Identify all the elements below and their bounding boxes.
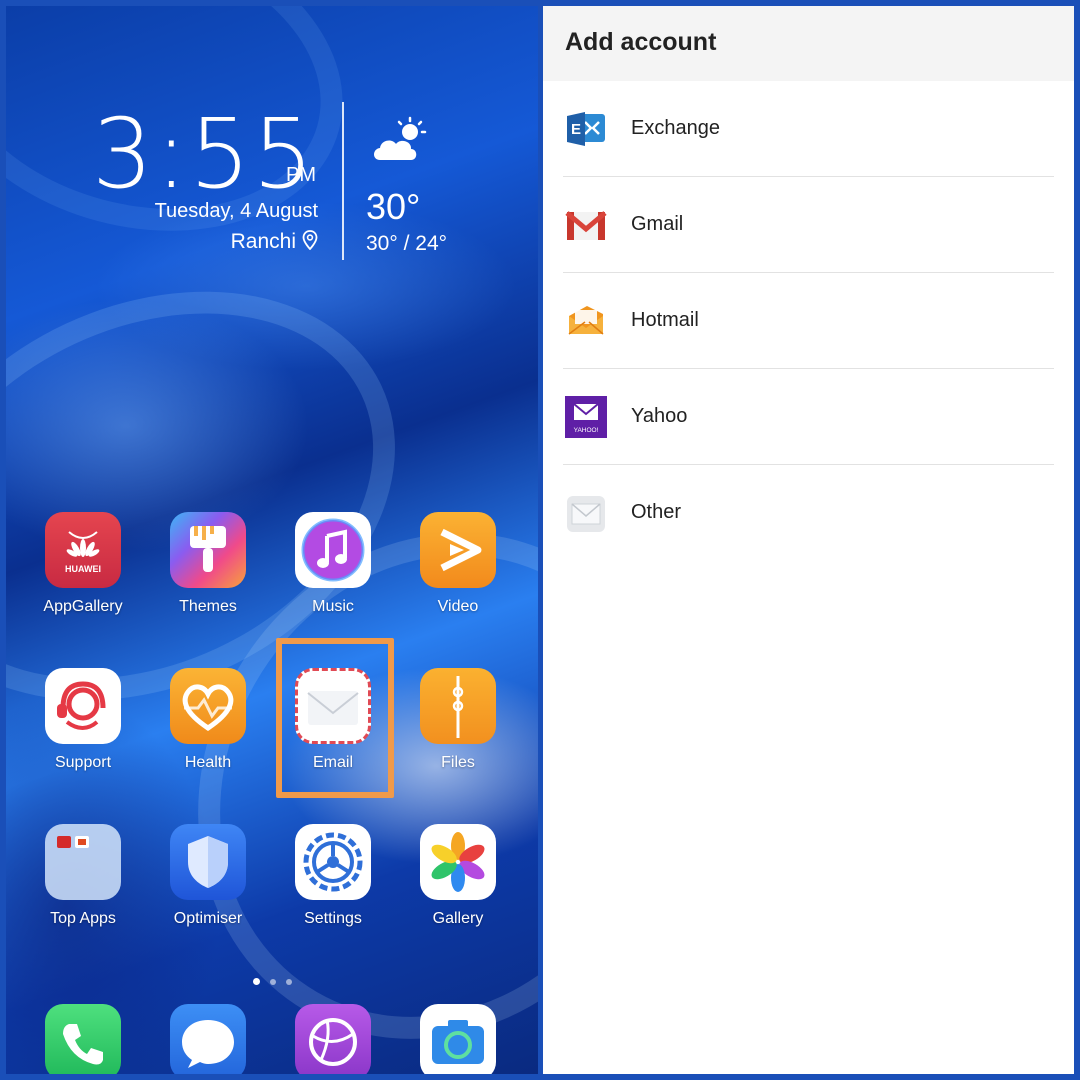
location-pin-icon [302, 230, 318, 256]
play-icon [420, 512, 496, 588]
yahoo-mail-icon: YAHOO! [565, 396, 607, 438]
gear-icon [295, 824, 371, 900]
app-label: Files [441, 754, 475, 771]
app-video[interactable]: Video [403, 512, 513, 642]
huawei-appgallery-icon: HUAWEI [45, 512, 121, 588]
account-list: E Exchange Gmail Hotmail YAHOO! Yahoo Ot… [543, 81, 1074, 561]
svg-text:E: E [571, 121, 581, 138]
account-option-hotmail[interactable]: Hotmail [563, 273, 1054, 369]
app-themes[interactable]: Themes [153, 512, 263, 642]
app-label: Support [54, 754, 112, 771]
partly-sunny-icon[interactable] [370, 116, 432, 171]
account-label: Yahoo [631, 405, 688, 427]
shield-icon [170, 824, 246, 900]
app-optimiser[interactable]: Optimiser [153, 824, 263, 954]
app-label: Top Apps [50, 910, 116, 927]
camera-icon [420, 1004, 496, 1074]
account-label: Gmail [631, 213, 684, 235]
paintbrush-icon [170, 512, 246, 588]
account-option-exchange[interactable]: E Exchange [563, 81, 1054, 177]
message-bubble-icon [170, 1004, 246, 1074]
app-health[interactable]: Health [153, 668, 263, 798]
clock-date: Tuesday, 4 August [154, 200, 318, 222]
page-dot [253, 978, 260, 985]
clock-time[interactable]: 3:55 [92, 98, 316, 210]
app-label: Video [437, 598, 479, 615]
account-option-other[interactable]: Other [563, 465, 1054, 561]
page-dot [286, 979, 292, 985]
account-option-gmail[interactable]: Gmail [563, 177, 1054, 273]
clock-ampm: PM [286, 164, 316, 186]
svg-text:YAHOO!: YAHOO! [574, 427, 599, 434]
app-folder-top-apps[interactable]: Top Apps [28, 824, 138, 954]
page-indicator [248, 972, 297, 990]
account-option-yahoo[interactable]: YAHOO! Yahoo [563, 369, 1054, 465]
location-name: Ranchi [230, 230, 296, 253]
account-label: Hotmail [631, 309, 699, 331]
app-settings[interactable]: Settings [278, 824, 388, 954]
generic-mail-icon [565, 492, 607, 534]
exchange-icon: E [565, 108, 607, 150]
add-account-panel: Add account E Exchange Gmail Hotmail YAH… [543, 6, 1074, 1074]
widget-divider [342, 102, 344, 260]
app-gallery[interactable]: Gallery [403, 824, 513, 954]
app-music[interactable]: Music [278, 512, 388, 642]
music-note-icon [295, 512, 371, 588]
app-label: AppGallery [43, 598, 123, 615]
weather-temperature: 30° [366, 186, 421, 227]
dock-messages[interactable] [153, 1004, 263, 1074]
app-appgallery[interactable]: HUAWEI AppGallery [28, 512, 138, 642]
app-files[interactable]: Files [403, 668, 513, 798]
email-highlight-box [276, 638, 394, 798]
dock-browser[interactable] [278, 1004, 388, 1074]
dock-phone[interactable] [28, 1004, 138, 1074]
app-label: Optimiser [173, 910, 243, 927]
app-label: Gallery [432, 910, 484, 927]
page-dot [270, 979, 276, 985]
phone-icon [45, 1004, 121, 1074]
app-label: Health [184, 754, 232, 771]
heart-icon [170, 668, 246, 744]
browser-globe-icon [295, 1004, 371, 1074]
weather-range: 30° / 24° [366, 232, 448, 255]
svg-text:HUAWEI: HUAWEI [65, 564, 101, 574]
app-label: Themes [179, 598, 237, 615]
app-label: Music [312, 598, 354, 615]
app-label: Settings [304, 910, 362, 927]
account-label: Other [631, 501, 682, 523]
app-support[interactable]: Support [28, 668, 138, 798]
folder-icon [420, 668, 496, 744]
clock-location[interactable]: Ranchi [231, 230, 318, 256]
page-title: Add account [565, 28, 717, 56]
folder-grid-icon [45, 824, 121, 900]
panel-header: Add account [543, 6, 1074, 81]
pinwheel-icon [420, 824, 496, 900]
headset-agent-icon [45, 668, 121, 744]
gmail-icon [565, 204, 607, 246]
hotmail-icon [565, 300, 607, 342]
account-label: Exchange [631, 117, 720, 139]
dock-camera[interactable] [403, 1004, 513, 1074]
home-screen: 3:55 PM Tuesday, 4 August Ranchi 30° 30°… [6, 6, 538, 1074]
